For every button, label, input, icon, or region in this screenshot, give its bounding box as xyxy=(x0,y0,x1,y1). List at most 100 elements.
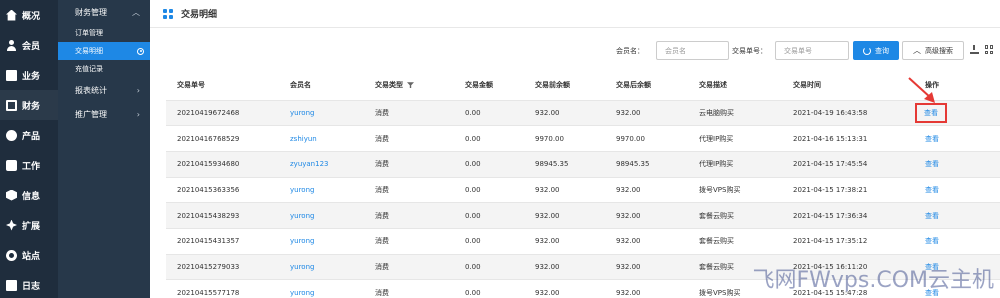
advanced-search-label: 高级搜索 xyxy=(925,46,953,55)
nav-label: 工作 xyxy=(22,161,41,172)
table-cell: 2021-04-19 16:43:58 xyxy=(793,100,907,127)
sub-item-recharge[interactable]: 充值记录 xyxy=(58,60,150,78)
cell-id: 20210416768529 xyxy=(177,134,240,143)
cell-type: 消费 xyxy=(375,288,389,297)
table-cell: 2021-04-15 17:35:12 xyxy=(793,228,907,255)
cell-member[interactable]: yurong xyxy=(290,186,314,194)
view-link[interactable]: 查看 xyxy=(925,186,939,194)
member-label: 会员名： xyxy=(616,47,644,55)
table-cell: 消费 xyxy=(375,228,465,255)
cell-member[interactable]: yurong xyxy=(290,237,314,245)
cell-member[interactable]: yurong xyxy=(290,289,314,297)
cell-desc: 拨号VPS购买 xyxy=(699,185,741,194)
table-cell: zyuyan123 xyxy=(290,151,375,178)
column-header[interactable]: 交易时间 xyxy=(793,71,907,101)
table-cell: 932.00 xyxy=(616,279,699,298)
table-cell: yurong xyxy=(290,254,375,281)
nav-site[interactable]: 站点 xyxy=(0,240,58,270)
table-cell: 9970.00 xyxy=(535,125,616,152)
view-link[interactable]: 查看 xyxy=(925,237,939,245)
cell-member[interactable]: yurong xyxy=(290,263,314,271)
cell-after: 932.00 xyxy=(616,237,641,246)
cell-member[interactable]: yurong xyxy=(290,109,314,117)
view-link[interactable]: 查看 xyxy=(925,135,939,143)
cell-before: 932.00 xyxy=(535,262,560,271)
cell-type: 消费 xyxy=(375,211,389,220)
nav-extension[interactable]: 扩展 xyxy=(0,210,58,240)
table-cell: 消费 xyxy=(375,125,465,152)
table-cell: 932.00 xyxy=(616,254,699,281)
grid-icon xyxy=(163,8,173,19)
column-header[interactable]: 交易金额 xyxy=(465,71,535,101)
column-header[interactable]: 会员名 xyxy=(290,71,375,101)
cell-desc: 套餐云购买 xyxy=(699,262,734,271)
table-cell: 消费 xyxy=(375,177,465,204)
table-cell: 2021-04-16 15:13:31 xyxy=(793,125,907,152)
finance-icon xyxy=(6,99,17,111)
highlight-box: 查看 xyxy=(915,102,947,123)
nav-overview[interactable]: 概况 xyxy=(0,0,58,30)
filter-icon[interactable] xyxy=(407,82,414,89)
cell-time: 2021-04-15 17:35:12 xyxy=(793,237,868,246)
member-search-input[interactable] xyxy=(656,41,729,60)
table-cell: 932.00 xyxy=(616,202,699,229)
cell-after: 932.00 xyxy=(616,262,641,271)
cell-before: 932.00 xyxy=(535,237,560,246)
nav-members[interactable]: 会员 xyxy=(0,30,58,60)
promotion-group[interactable]: 推广管理 › xyxy=(58,102,150,126)
cell-time: 2021-04-15 17:38:21 xyxy=(793,185,868,194)
log-icon xyxy=(6,279,17,291)
cell-id: 20210415438293 xyxy=(177,211,240,220)
sub-item-orders[interactable]: 订单管理 xyxy=(58,24,150,42)
table-cell: 932.00 xyxy=(535,279,616,298)
cell-member[interactable]: zyuyan123 xyxy=(290,160,328,168)
nav-info[interactable]: 信息 xyxy=(0,180,58,210)
table-cell: 0.00 xyxy=(465,279,535,298)
trade-no-search-input[interactable] xyxy=(775,41,849,60)
nav-log[interactable]: 日志 xyxy=(0,270,58,298)
nav-product[interactable]: 产品 xyxy=(0,120,58,150)
nav-label: 日志 xyxy=(22,281,41,292)
cell-member[interactable]: zshiyun xyxy=(290,135,317,143)
view-link[interactable]: 查看 xyxy=(925,160,939,168)
cell-id: 20210415431357 xyxy=(177,237,240,246)
column-header[interactable]: 交易前余额 xyxy=(535,71,616,101)
columns-icon[interactable] xyxy=(985,45,994,54)
extension-icon xyxy=(6,219,17,231)
watermark: 飞网FWvps.COM云主机 xyxy=(752,268,994,293)
query-button[interactable]: 查询 xyxy=(853,41,899,60)
table-cell: 查看 xyxy=(907,151,1000,178)
trade-no-label: 交易单号： xyxy=(732,47,767,55)
cell-amount: 0.00 xyxy=(465,262,481,271)
table-cell: 932.00 xyxy=(535,254,616,281)
table-cell: 2021-04-15 17:36:34 xyxy=(793,202,907,229)
table-cell: 20210419672468 xyxy=(166,100,290,127)
view-link[interactable]: 查看 xyxy=(925,212,939,220)
advanced-search-button[interactable]: ︿ 高级搜索 xyxy=(902,41,964,60)
table-cell: 0.00 xyxy=(465,125,535,152)
column-header-type[interactable]: 交易类型 xyxy=(375,71,465,101)
column-header[interactable]: 交易单号 xyxy=(166,71,290,101)
reports-group[interactable]: 报表统计 › xyxy=(58,78,150,102)
table-cell: 20210415279033 xyxy=(166,254,290,281)
cell-type: 消费 xyxy=(375,185,389,194)
nav-finance[interactable]: 财务 xyxy=(0,90,58,120)
table-cell: 查看 xyxy=(907,125,1000,152)
table-cell: 0.00 xyxy=(465,254,535,281)
nav-business[interactable]: 业务 xyxy=(0,60,58,90)
cell-member[interactable]: yurong xyxy=(290,212,314,220)
column-header[interactable]: 交易描述 xyxy=(699,71,793,101)
nav-work[interactable]: 工作 xyxy=(0,150,58,180)
cell-id: 20210415363356 xyxy=(177,185,240,194)
sub-item-transactions[interactable]: 交易明细 xyxy=(58,42,150,60)
finance-management-group[interactable]: 财务管理 ︿ xyxy=(58,0,150,24)
view-link[interactable]: 查看 xyxy=(924,109,938,117)
table-row: 20210416768529 zshiyun 消费 0.00 9970.00 9970.0… xyxy=(166,125,1000,152)
cell-desc: 云电脑购买 xyxy=(699,108,734,117)
cell-id: 20210415577178 xyxy=(177,288,240,297)
cell-amount: 0.00 xyxy=(465,237,481,246)
column-header[interactable]: 交易后余额 xyxy=(616,71,699,101)
secondary-sidebar: 财务管理 ︿ 订单管理 交易明细 充值记录 报表统计 › 推广管理 › xyxy=(58,0,150,298)
download-icon[interactable] xyxy=(970,45,979,54)
table-cell: yurong xyxy=(290,100,375,127)
